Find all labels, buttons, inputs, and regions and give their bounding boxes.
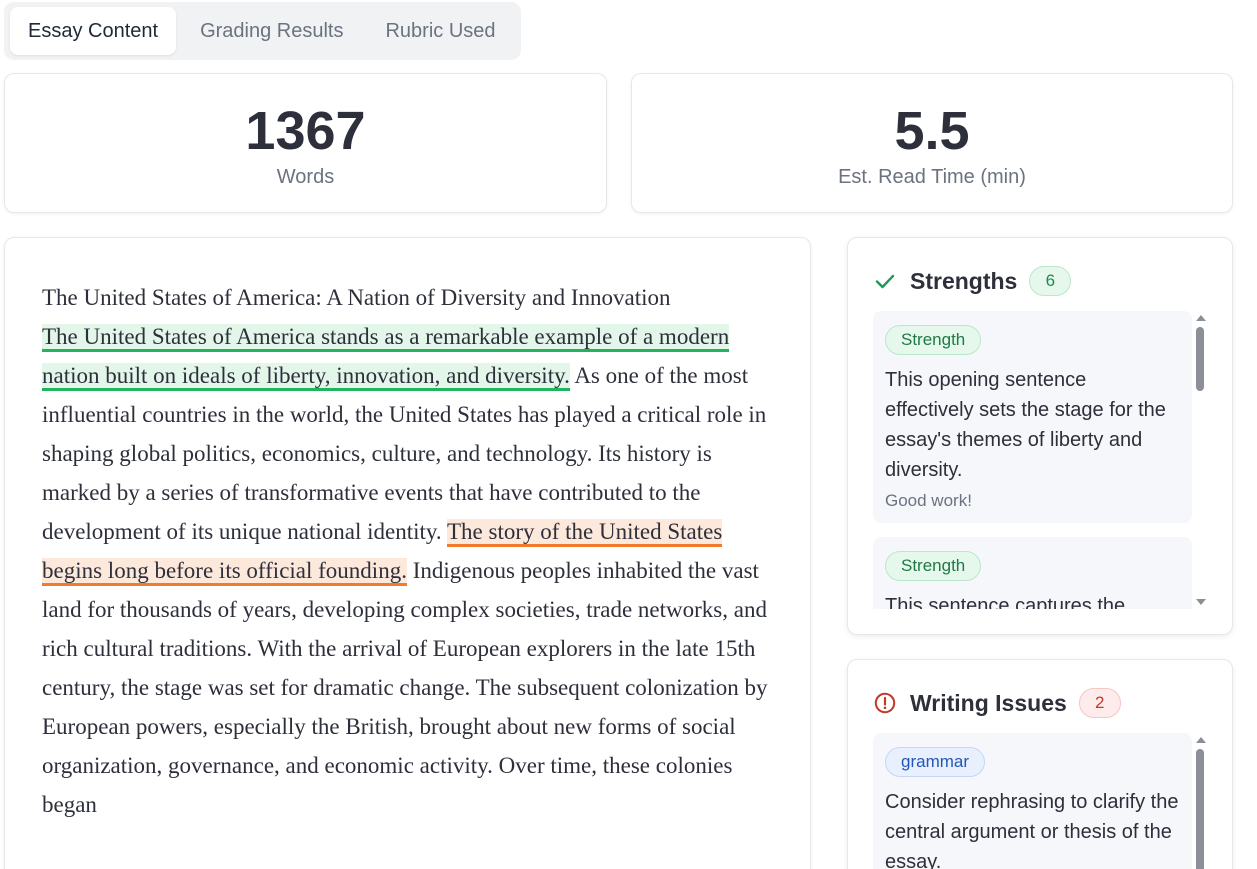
list-item[interactable]: grammar Consider rephrasing to clarify t…	[873, 733, 1192, 869]
writing-issues-title: Writing Issues	[910, 689, 1067, 716]
word-count-value: 1367	[245, 101, 366, 161]
writing-issues-card: Writing Issues 2 grammar Consider rephra…	[847, 659, 1233, 869]
alert-circle-icon	[874, 692, 896, 714]
strengths-count-badge: 6	[1029, 266, 1072, 296]
scroll-up-arrow-icon[interactable]	[1196, 315, 1206, 321]
scrollbar[interactable]	[1194, 733, 1208, 869]
list-item[interactable]: Strength This opening sentence effective…	[873, 311, 1192, 523]
item-text: Consider rephrasing to clarify the centr…	[885, 791, 1179, 869]
strength-tag: Strength	[885, 325, 982, 355]
word-count-label: Words	[276, 166, 335, 188]
tab-essay-content[interactable]: Essay Content	[10, 7, 177, 55]
tab-rubric-used[interactable]: Rubric Used	[367, 7, 513, 55]
strength-tag: Strength	[885, 551, 982, 581]
essay-paragraph: Indigenous peoples inhabited the vast la…	[42, 558, 768, 817]
grammar-tag: grammar	[885, 747, 986, 777]
read-time-value: 5.5	[894, 101, 970, 161]
strengths-card: Strengths 6 Strength This opening senten…	[847, 237, 1233, 635]
word-count-card: 1367 Words	[4, 73, 607, 213]
essay-title-text: The United States of America: A Nation o…	[42, 285, 671, 310]
scrollbar-thumb[interactable]	[1196, 327, 1204, 391]
tab-grading-results[interactable]: Grading Results	[182, 7, 361, 55]
check-icon	[874, 270, 896, 292]
scrollbar[interactable]	[1194, 311, 1208, 609]
tab-bar: Essay Content Grading Results Rubric Use…	[4, 2, 521, 60]
strengths-list[interactable]: Strength This opening sentence effective…	[873, 311, 1192, 609]
scroll-up-arrow-icon[interactable]	[1196, 737, 1206, 743]
scroll-down-arrow-icon[interactable]	[1196, 599, 1206, 605]
read-time-card: 5.5 Est. Read Time (min)	[631, 73, 1233, 213]
list-item[interactable]: Strength This sentence captures the	[873, 537, 1192, 609]
writing-issues-count-badge: 2	[1078, 688, 1121, 718]
read-time-label: Est. Read Time (min)	[838, 166, 1026, 188]
scrollbar-thumb[interactable]	[1196, 749, 1204, 869]
writing-issues-list[interactable]: grammar Consider rephrasing to clarify t…	[873, 733, 1192, 869]
essay-text: The United States of America: A Nation o…	[42, 278, 782, 824]
item-text: This opening sentence effectively sets t…	[885, 369, 1166, 481]
item-subtext: Good work!	[885, 491, 972, 510]
item-text: This sentence captures the	[885, 595, 1126, 609]
strengths-header: Strengths 6	[874, 266, 1232, 296]
strengths-title: Strengths	[910, 267, 1018, 294]
writing-issues-header: Writing Issues 2	[874, 688, 1232, 718]
essay-panel: The United States of America: A Nation o…	[4, 237, 811, 869]
